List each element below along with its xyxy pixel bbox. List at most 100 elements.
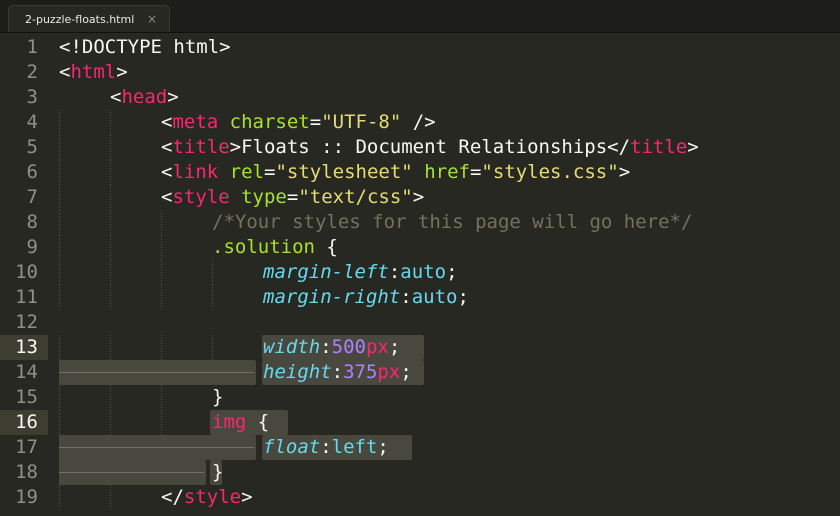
code-line[interactable]: 9 .solution { — [0, 235, 840, 260]
tab-2-puzzle-floats[interactable]: 2-puzzle-floats.html × — [8, 5, 170, 32]
code-token: > — [116, 61, 128, 83]
indent-guide — [59, 235, 60, 260]
code-line[interactable]: 7 <style type="text/css"> — [0, 185, 840, 210]
code-text: <head> — [110, 85, 179, 110]
code-token: title — [172, 136, 230, 158]
code-token: /*Your styles for this page will go here… — [212, 211, 693, 233]
tab-whitespace-marker — [59, 447, 254, 448]
code-line[interactable]: 8 /*Your styles for this page will go her… — [0, 210, 840, 235]
indent-guide — [161, 260, 162, 285]
line-number: 3 — [26, 86, 38, 108]
line-number: 10 — [15, 261, 38, 283]
indent-guide — [59, 135, 60, 160]
line-number: 1 — [26, 36, 38, 58]
code-line[interactable]: 16 img { — [0, 410, 840, 435]
line-number: 7 — [26, 186, 38, 208]
code-token: style — [172, 186, 230, 208]
code-token: </ — [161, 486, 184, 508]
code-text: width:500px; — [263, 335, 400, 360]
indent-guide — [59, 485, 60, 510]
tab-whitespace-marker — [59, 372, 254, 373]
close-icon[interactable]: × — [147, 12, 157, 26]
code-editor[interactable]: 1 <!DOCTYPE html> 2 <html> 3 <head> 4 <meta cha… — [0, 33, 840, 516]
code-token: >Floats :: Document Relationships</ — [229, 136, 631, 158]
code-token: : — [320, 436, 332, 458]
code-token: = — [264, 161, 276, 183]
code-token: height — [263, 361, 332, 383]
code-token: html — [70, 61, 117, 83]
code-token: > — [618, 161, 631, 183]
indent-guide — [110, 260, 111, 285]
indent-guide — [212, 285, 213, 310]
code-token: ; — [400, 361, 412, 383]
line-number: 11 — [15, 286, 38, 308]
code-line[interactable]: 2 <html> — [0, 60, 840, 85]
indent-guide — [59, 410, 60, 435]
code-text: <meta charset="UTF-8" /> — [161, 110, 436, 135]
code-token: <!DOCTYPE html> — [59, 36, 231, 58]
line-number: 8 — [26, 211, 38, 233]
code-token: "text/css" — [298, 186, 413, 208]
code-text: } — [212, 385, 223, 410]
code-token: } — [212, 386, 224, 408]
code-token: = — [286, 186, 299, 208]
code-token: meta — [172, 111, 219, 133]
indent-guide — [110, 110, 111, 135]
code-text: <html> — [59, 60, 128, 85]
code-token: : — [331, 361, 344, 383]
code-line[interactable]: 12 — [0, 310, 840, 335]
line-number: 15 — [15, 386, 38, 408]
code-line[interactable]: 14 height:375px; — [0, 360, 840, 385]
code-token: "stylesheet" — [275, 161, 413, 183]
indent-guide — [212, 335, 213, 360]
code-token: > — [167, 86, 179, 108]
code-line[interactable]: 17 float:left; — [0, 435, 840, 460]
line-number: 17 — [15, 436, 38, 458]
code-token: style — [183, 486, 242, 508]
indent-guide — [110, 160, 111, 185]
code-text: } — [212, 460, 223, 485]
code-text: float:left; — [263, 435, 389, 460]
code-token: img — [212, 411, 247, 433]
code-token: = — [309, 111, 322, 133]
code-token: < — [161, 186, 173, 208]
code-token: margin-right — [263, 286, 401, 308]
indent-guide — [161, 335, 162, 360]
line-number: 4 — [26, 111, 38, 133]
code-line[interactable]: 19 </style> — [0, 485, 840, 510]
indent-guide — [161, 385, 162, 410]
code-text: img { — [212, 410, 269, 435]
code-token: width — [263, 336, 321, 358]
code-line[interactable]: 6 <link rel="stylesheet" href="styles.css… — [0, 160, 840, 185]
code-line[interactable]: 13 width:500px; — [0, 335, 840, 360]
code-line[interactable]: 4 <meta charset="UTF-8" /> — [0, 110, 840, 135]
line-number: 16 — [15, 411, 38, 433]
code-line[interactable]: 15} — [0, 385, 840, 410]
code-token: < — [161, 111, 173, 133]
indent-guide — [59, 110, 60, 135]
code-line[interactable]: 5 <title>Floats :: Document Relationships… — [0, 135, 840, 160]
code-token: left — [331, 436, 378, 458]
code-token: = — [469, 161, 482, 183]
code-line[interactable]: 3 <head> — [0, 85, 840, 110]
code-token: > — [412, 186, 425, 208]
code-line[interactable]: 1 <!DOCTYPE html> — [0, 35, 840, 60]
code-token: ; — [457, 286, 469, 308]
indent-guide — [59, 210, 60, 235]
code-line[interactable]: 10 margin-left:auto; — [0, 260, 840, 285]
code-line[interactable]: 11 margin-right:auto; — [0, 285, 840, 310]
line-number: 19 — [15, 486, 38, 508]
code-text: height:375px; — [263, 360, 412, 385]
code-line[interactable]: 18} — [0, 460, 840, 485]
code-token: > — [241, 486, 253, 508]
indent-guide — [110, 185, 111, 210]
code-token: title — [630, 136, 688, 158]
code-text: <style type="text/css"> — [161, 185, 424, 210]
indent-guide — [59, 285, 60, 310]
code-token: px — [377, 361, 401, 383]
line-number: 5 — [26, 136, 38, 158]
code-token: px — [365, 336, 389, 358]
